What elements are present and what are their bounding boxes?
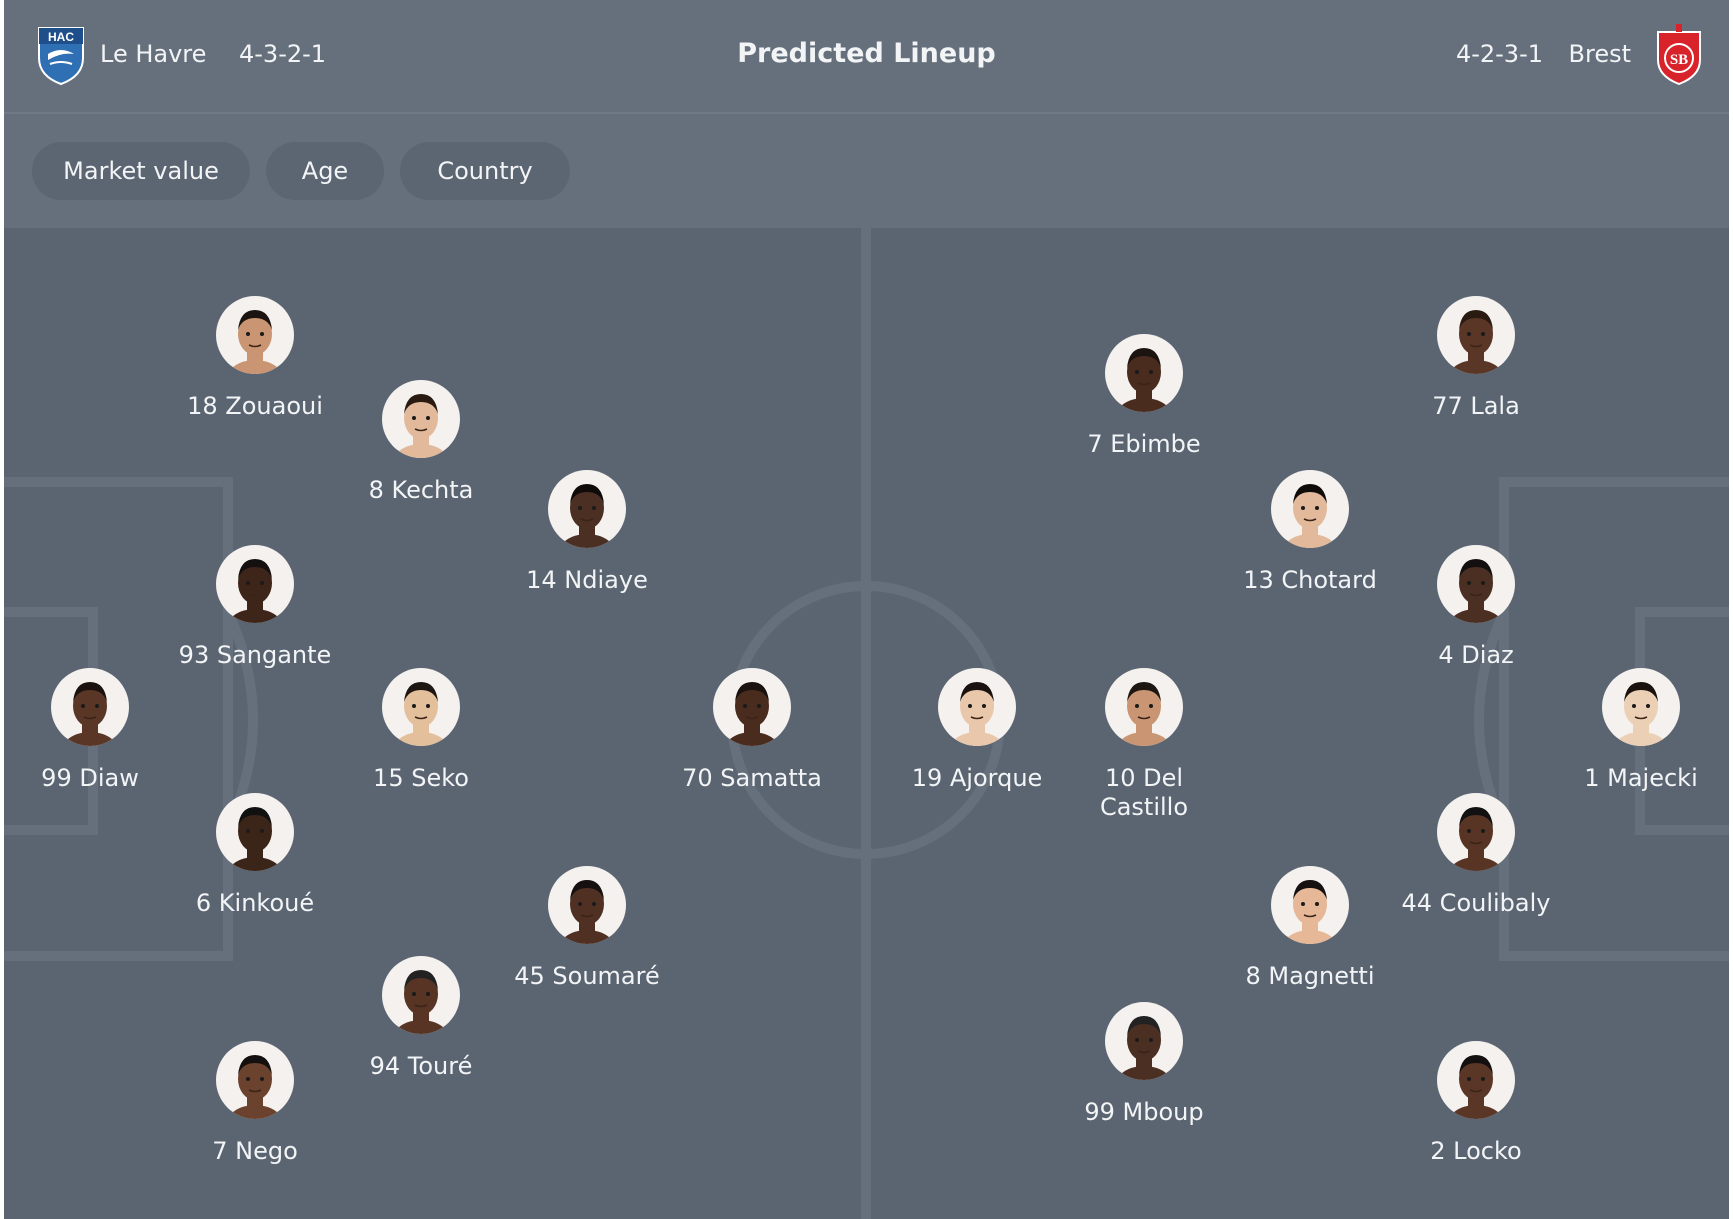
player-face-icon: [1448, 1055, 1504, 1119]
player-avatar[interactable]: [382, 956, 460, 1034]
player-face-icon: [1448, 559, 1504, 623]
home-player-diaw[interactable]: 99 Diaw: [4, 668, 200, 793]
player-face-icon: [227, 310, 283, 374]
player-name-label: 99 Diaw: [41, 764, 139, 792]
player-face-icon: [1282, 484, 1338, 548]
away-player-locko[interactable]: 2 Locko: [1366, 1041, 1586, 1166]
lineup-header: HAC Le Havre 4-3-2-1 Predicted Lineup 4-…: [4, 0, 1729, 114]
player-face-icon: [559, 484, 615, 548]
player-avatar[interactable]: [1271, 866, 1349, 944]
away-player-del-castillo[interactable]: 10 Del Castillo: [1034, 668, 1254, 822]
player-face-icon: [949, 682, 1005, 746]
player-avatar[interactable]: [1437, 1041, 1515, 1119]
home-player-ndiaye[interactable]: 14 Ndiaye: [477, 470, 697, 595]
filter-bar: [4, 114, 1729, 228]
player-face-icon: [724, 682, 780, 746]
away-player-majecki[interactable]: 1 Majecki: [1531, 668, 1729, 793]
away-formation: 4-2-3-1: [1455, 40, 1543, 68]
player-avatar[interactable]: [1105, 1002, 1183, 1080]
home-player-seko[interactable]: 15 Seko: [311, 668, 531, 793]
away-player-ebimbe[interactable]: 7 Ebimbe: [1034, 334, 1254, 459]
away-team-name[interactable]: Brest: [1569, 34, 1631, 74]
lineup-card: HAC Le Havre 4-3-2-1 Predicted Lineup 4-…: [4, 0, 1729, 1219]
player-name-label: 99 Mboup: [1084, 1098, 1204, 1126]
player-face-icon: [1116, 1016, 1172, 1080]
player-face-icon: [1448, 807, 1504, 871]
player-avatar[interactable]: [548, 470, 626, 548]
player-avatar[interactable]: [216, 1041, 294, 1119]
player-face-icon: [227, 807, 283, 871]
player-face-icon: [393, 682, 449, 746]
player-name-label: 15 Seko: [373, 764, 469, 792]
away-player-magnetti[interactable]: 8 Magnetti: [1200, 866, 1420, 991]
player-name-label: 1 Majecki: [1584, 764, 1698, 792]
filter-country-button[interactable]: Country: [400, 142, 570, 200]
player-name-label: 7 Nego: [212, 1137, 298, 1165]
player-name-label: 10 Del Castillo: [1099, 764, 1189, 821]
player-avatar[interactable]: [548, 866, 626, 944]
player-avatar[interactable]: [1437, 296, 1515, 374]
filter-market-value-button[interactable]: Market value: [32, 142, 250, 200]
player-name-label: 77 Lala: [1432, 392, 1520, 420]
player-face-icon: [1116, 348, 1172, 412]
player-avatar[interactable]: [938, 668, 1016, 746]
player-name-label: 6 Kinkoué: [195, 889, 315, 917]
home-player-sangante[interactable]: 93 Sangante: [145, 545, 365, 670]
player-avatar[interactable]: [713, 668, 791, 746]
player-avatar[interactable]: [216, 545, 294, 623]
player-face-icon: [393, 970, 449, 1034]
filter-age-button[interactable]: Age: [266, 142, 384, 200]
player-avatar[interactable]: [382, 668, 460, 746]
player-name-label: 93 Sangante: [178, 641, 332, 669]
player-face-icon: [1282, 880, 1338, 944]
player-face-icon: [1116, 682, 1172, 746]
player-face-icon: [393, 394, 449, 458]
player-avatar[interactable]: [1437, 545, 1515, 623]
player-name-label: 7 Ebimbe: [1087, 430, 1201, 458]
player-avatar[interactable]: [1437, 793, 1515, 871]
player-face-icon: [227, 559, 283, 623]
away-player-lala[interactable]: 77 Lala: [1366, 296, 1586, 421]
player-name-label: 8 Magnetti: [1245, 962, 1375, 990]
away-player-mboup[interactable]: 99 Mboup: [1034, 1002, 1254, 1127]
player-avatar[interactable]: [1602, 668, 1680, 746]
player-face-icon: [1613, 682, 1669, 746]
player-face-icon: [227, 1055, 283, 1119]
player-avatar[interactable]: [216, 793, 294, 871]
player-name-label: 14 Ndiaye: [526, 566, 648, 594]
player-name-label: 4 Diaz: [1438, 641, 1514, 669]
player-face-icon: [559, 880, 615, 944]
player-avatar[interactable]: [51, 668, 129, 746]
home-player-kinkou-[interactable]: 6 Kinkoué: [145, 793, 365, 918]
player-avatar[interactable]: [1105, 334, 1183, 412]
player-avatar[interactable]: [1105, 668, 1183, 746]
player-avatar[interactable]: [382, 380, 460, 458]
home-player-nego[interactable]: 7 Nego: [145, 1041, 365, 1166]
player-avatar[interactable]: [216, 296, 294, 374]
player-face-icon: [1448, 310, 1504, 374]
away-player-diaz[interactable]: 4 Diaz: [1366, 545, 1586, 670]
player-face-icon: [62, 682, 118, 746]
player-name-label: 2 Locko: [1430, 1137, 1522, 1165]
brest-crest-icon[interactable]: SB: [1652, 24, 1706, 86]
home-player-samatta[interactable]: 70 Samatta: [642, 668, 862, 793]
player-name-label: 70 Samatta: [682, 764, 822, 792]
svg-text:SB: SB: [1670, 52, 1688, 68]
player-avatar[interactable]: [1271, 470, 1349, 548]
